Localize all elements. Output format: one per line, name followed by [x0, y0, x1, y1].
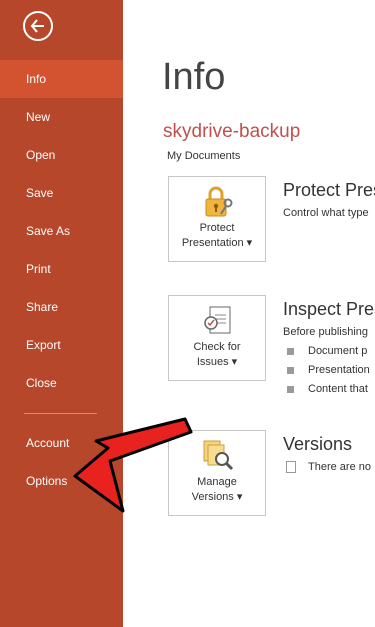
nav-item-new[interactable]: New — [0, 98, 123, 136]
inspect-button-label-1: Check for — [193, 341, 241, 353]
nav-item-info[interactable]: Info — [0, 60, 123, 98]
versions-button-label-1: Manage — [197, 476, 237, 488]
document-name: skydrive-backup — [163, 121, 301, 142]
versions-section-title: Versions — [283, 434, 353, 454]
manage-versions-button[interactable]: Manage Versions ▾ — [168, 430, 266, 516]
nav-item-share[interactable]: Share — [0, 288, 123, 326]
inspect-bullet: Content that — [287, 383, 368, 395]
backstage-sidebar: Info New Open Save Save As Print Share E… — [0, 0, 123, 627]
nav-item-account[interactable]: Account — [0, 424, 123, 462]
inspect-section-desc: Before publishing — [283, 326, 369, 338]
document-path: My Documents — [167, 150, 241, 162]
protect-presentation-button[interactable]: Protect Presentation ▾ — [168, 176, 266, 262]
inspect-document-icon — [204, 306, 231, 334]
nav-item-save-as[interactable]: Save As — [0, 212, 123, 250]
nav-item-open[interactable]: Open — [0, 136, 123, 174]
back-arrow-icon — [30, 19, 44, 33]
nav-item-print[interactable]: Print — [0, 250, 123, 288]
protect-button-label-2: Presentation ▾ — [181, 237, 253, 249]
protect-section-desc: Control what type — [283, 207, 369, 219]
versions-magnifier-icon — [203, 440, 234, 471]
bullet-square-icon — [287, 385, 294, 393]
check-for-issues-button[interactable]: Check for Issues ▾ — [168, 295, 266, 381]
nav-separator — [24, 413, 97, 414]
versions-button-label-2: Versions ▾ — [191, 491, 243, 503]
bullet-square-icon — [287, 347, 294, 355]
versions-status: There are no — [286, 461, 371, 474]
lock-key-icon — [205, 186, 233, 217]
inspect-section-title: Inspect Pres — [283, 299, 375, 319]
nav-item-export[interactable]: Export — [0, 326, 123, 364]
nav-item-save[interactable]: Save — [0, 174, 123, 212]
back-button[interactable] — [23, 11, 53, 41]
inspect-bullet: Document p — [287, 345, 367, 357]
inspect-button-label-2: Issues ▾ — [196, 356, 238, 368]
protect-button-label-1: Protect — [199, 222, 235, 234]
nav-item-close[interactable]: Close — [0, 364, 123, 402]
inspect-bullet: Presentation — [287, 364, 370, 376]
protect-section-title: Protect Pres — [283, 180, 375, 200]
document-icon — [286, 461, 296, 474]
page-title: Info — [162, 56, 226, 98]
nav-item-options[interactable]: Options — [0, 462, 123, 500]
bullet-square-icon — [287, 366, 294, 374]
